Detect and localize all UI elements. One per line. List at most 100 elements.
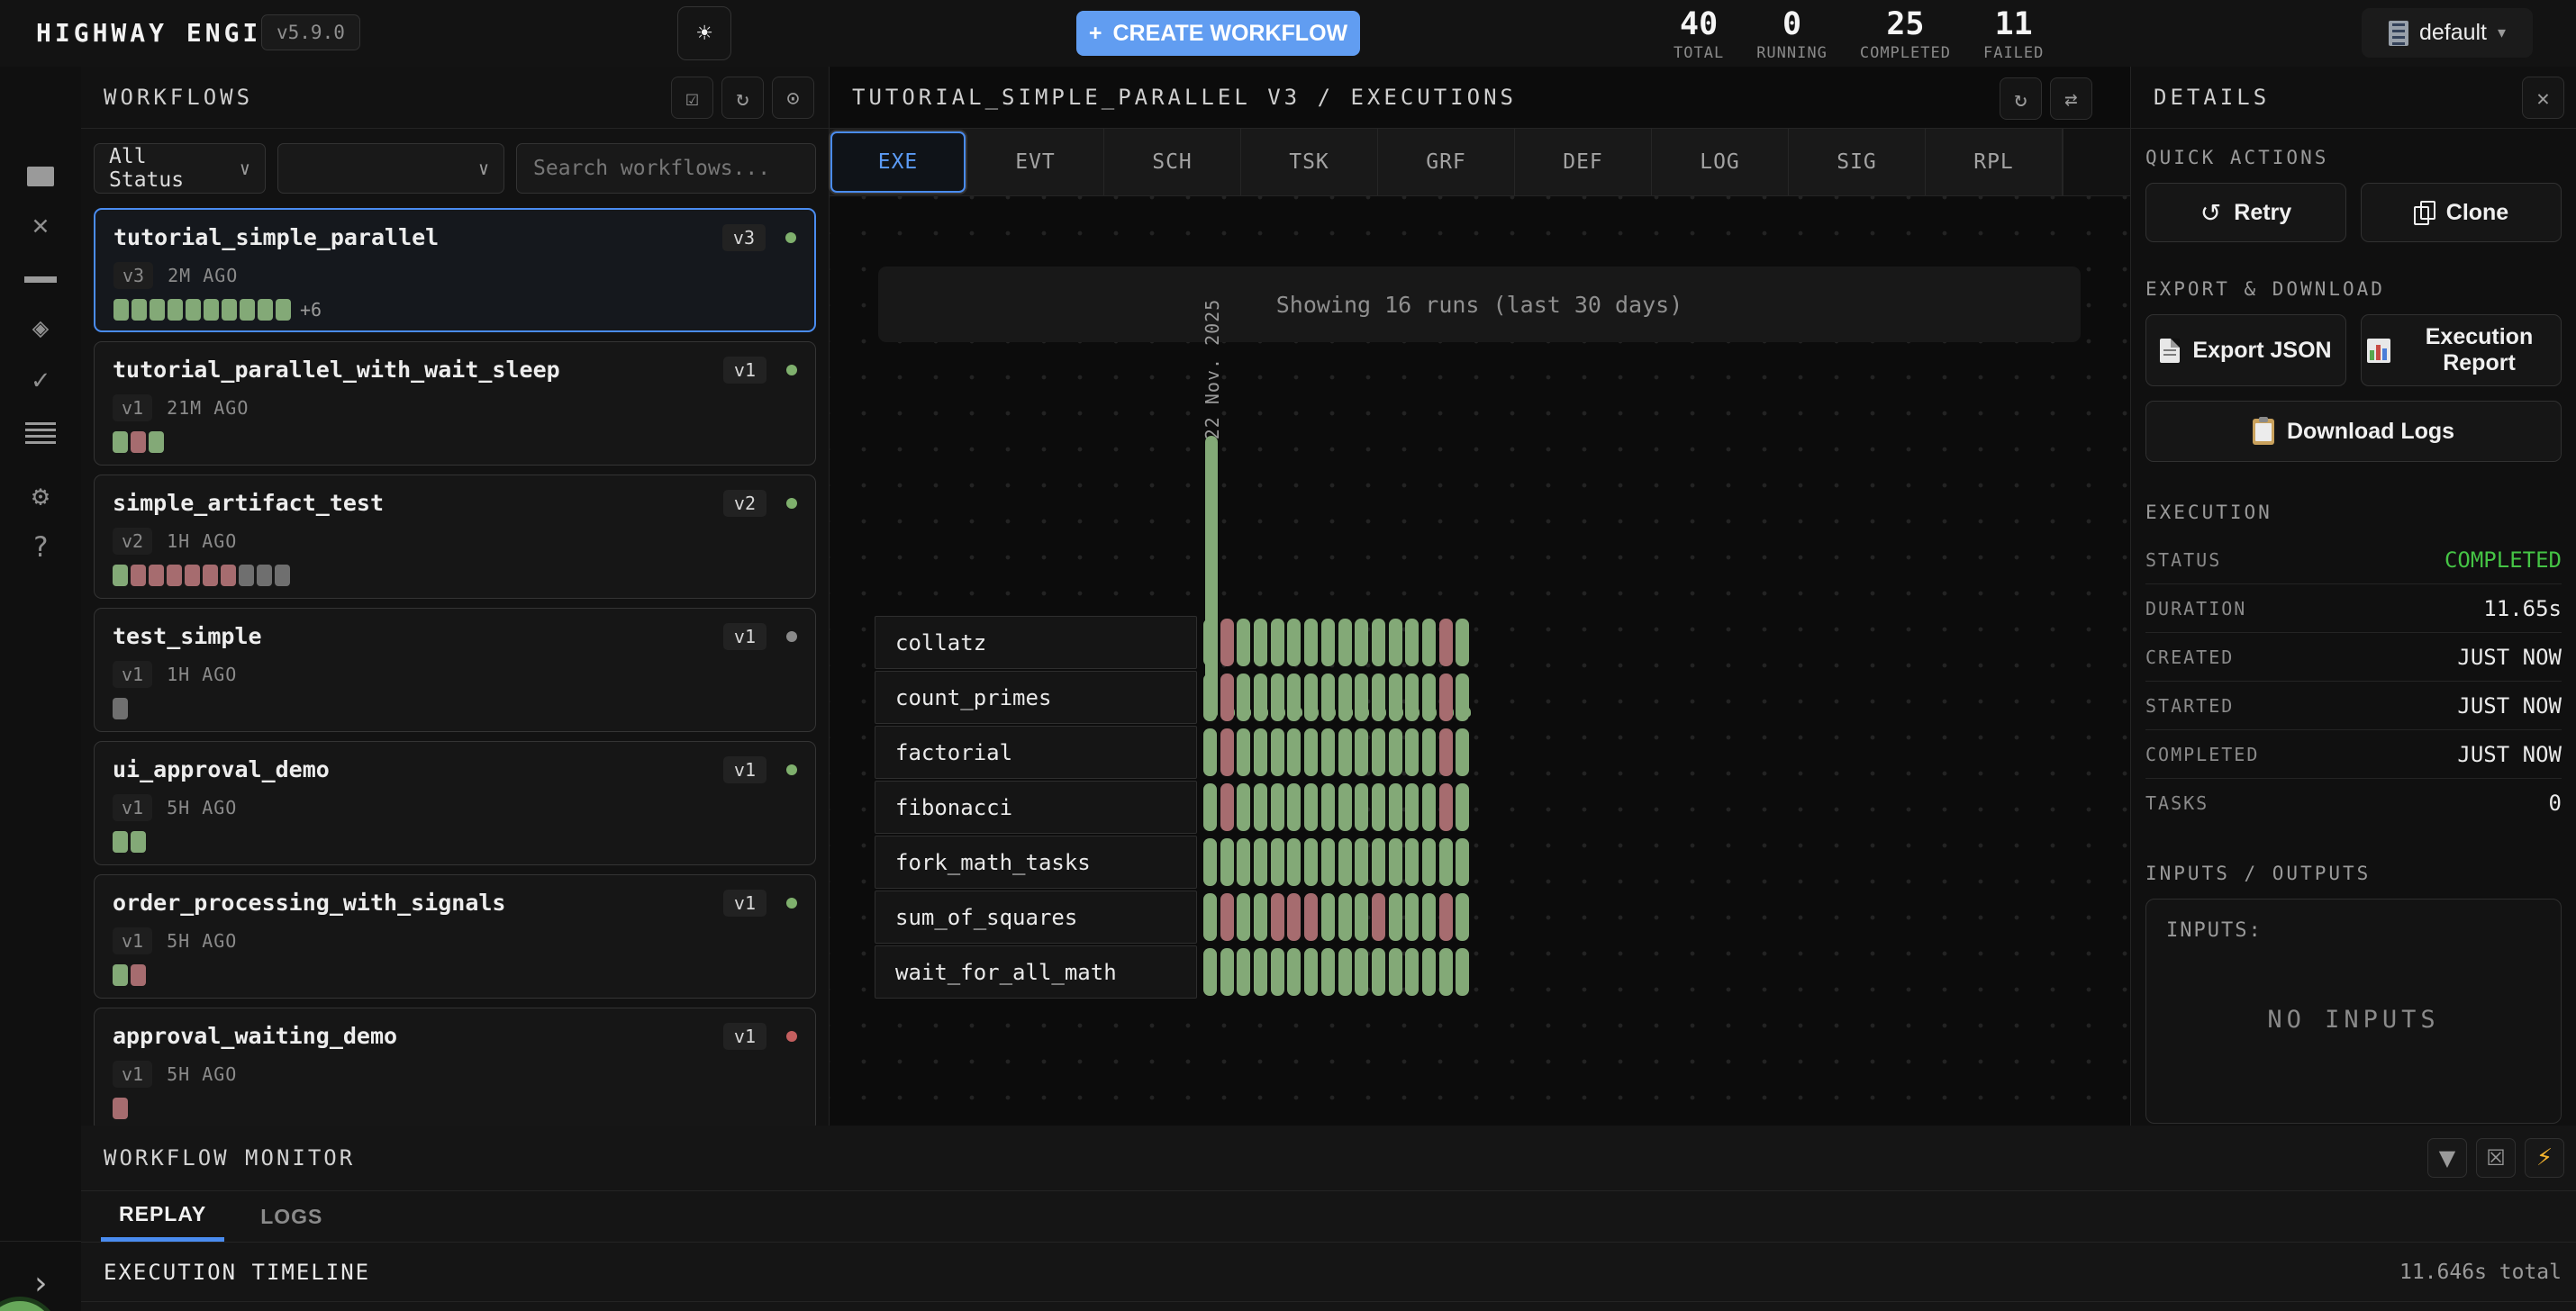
run-status-cell [1287,893,1301,941]
clipboard-icon [2253,419,2274,445]
run-status-cell [1271,948,1284,996]
workflow-card[interactable]: approval_waiting_demov1v15H AGO [94,1008,816,1126]
run-status-cell [1271,728,1284,776]
run-square [167,565,182,586]
sun-icon: ☀ [697,18,712,48]
meta-time: 21M AGO [167,397,249,419]
stop-icon[interactable] [0,156,81,197]
execution-timeline-row: EXECUTION TIMELINE 11.646s total [81,1243,2576,1302]
meta-version-badge: v1 [113,1061,152,1088]
help-icon[interactable]: ? [0,527,81,568]
compare-arrows-button[interactable]: ⇄ [2050,77,2092,120]
stat-value: 11 [1983,7,2044,41]
close-button[interactable]: ✕ [2522,77,2564,119]
workflow-card[interactable]: tutorial_simple_parallelv3v32M AGO+6 [94,208,816,332]
download-logs-button[interactable]: Download Logs [2145,401,2562,462]
run-status-cell [1422,838,1436,886]
type-filter-select[interactable]: ∨ [277,143,504,194]
workflow-meta: v15H AGO [113,794,797,821]
workflow-card[interactable]: order_processing_with_signalsv1v15H AGO [94,874,816,999]
clone-button[interactable]: Clone [2361,183,2562,242]
chevron-down-icon: ▾ [2498,23,2506,42]
workflow-card-right: v1 [723,1023,797,1050]
settings-gear-icon[interactable]: ⚙ [0,475,81,517]
task-name: wait_for_all_math [875,945,1197,999]
tab-def[interactable]: DEF [1515,129,1652,195]
run-status-cell [1254,838,1267,886]
execution-row-label: TASKS [2145,792,2209,814]
run-status-cell [1372,893,1385,941]
refresh-button[interactable]: ↻ [2000,77,2042,120]
clone-label: Clone [2446,200,2508,226]
workflow-name: test_simple [113,623,797,649]
logs-stack-icon[interactable] [0,413,81,455]
status-filter-select[interactable]: All Status ∨ [94,143,266,194]
workflow-card[interactable]: tutorial_parallel_with_wait_sleepv1v121M… [94,341,816,466]
stat-label: COMPLETED [1860,44,1951,62]
close-icon[interactable]: ✕ [0,204,81,246]
monitor-tab-replay[interactable]: REPLAY [101,1191,224,1242]
tab-evt[interactable]: EVT [967,129,1104,195]
tab-grf[interactable]: GRF [1378,129,1515,195]
task-run-cells [1203,836,1469,889]
check-icon[interactable]: ✓ [0,359,81,401]
tab-exe[interactable]: EXE [830,131,966,193]
retry-button[interactable]: ↺ Retry [2145,183,2346,242]
run-square [113,1098,128,1119]
run-status-cell [1456,674,1469,721]
run-status-cell [1422,728,1436,776]
create-workflow-button[interactable]: + CREATE WORKFLOW [1076,11,1360,56]
minus-icon[interactable] [0,258,81,300]
execution-row-value: 11.65s [2483,596,2562,621]
execution-row-value: JUST NOW [2457,742,2562,767]
execution-row: STATUSCOMPLETED [2145,536,2562,584]
monitor-header: WORKFLOW MONITOR ▼☒⚡ [81,1126,2576,1191]
tab-sch[interactable]: SCH [1104,129,1241,195]
run-status-cell [1338,728,1352,776]
execution-row-label: CREATED [2145,646,2234,668]
record-button[interactable]: ⊙ [772,77,814,119]
workflow-name: order_processing_with_signals [113,890,797,916]
live-bolt-button[interactable]: ⚡ [2525,1138,2564,1178]
export-json-button[interactable]: Export JSON [2145,314,2346,386]
run-status-cell [1405,838,1419,886]
lines-shape [25,422,56,446]
workflow-meta: v15H AGO [113,927,797,954]
status-dot [786,365,797,375]
diamond-icon[interactable]: ◈ [0,307,81,348]
no-inputs-text: NO INPUTS [2146,1006,2561,1034]
tab-tsk[interactable]: TSK [1241,129,1378,195]
plus-icon: + [1089,21,1102,47]
run-status-cell [1422,948,1436,996]
run-status-cell [1321,838,1335,886]
search-input[interactable] [516,143,816,194]
workflow-meta: v21H AGO [113,528,797,555]
run-status-cell [1287,674,1301,721]
meta-version-badge: v2 [113,528,152,555]
execution-report-button[interactable]: Execution Report [2361,314,2562,386]
refresh-button[interactable]: ↻ [721,77,764,119]
org-switcher[interactable]: default ▾ [2362,8,2533,58]
workflow-card[interactable]: ui_approval_demov1v15H AGO [94,741,816,865]
compare-arrows-icon: ⇄ [2064,86,2077,112]
run-status-cell [1439,783,1453,831]
run-square [257,565,272,586]
clear-button[interactable]: ☒ [2476,1138,2516,1178]
run-status-cell [1220,948,1234,996]
run-status-cell [1338,838,1352,886]
run-square [222,299,237,321]
select-all-button[interactable]: ☑ [671,77,713,119]
monitor-tab-logs[interactable]: LOGS [242,1191,340,1242]
tab-rpl[interactable]: RPL [1926,129,2063,195]
workflow-card-right: v1 [723,623,797,650]
glyph: ◈ [32,312,50,344]
theme-toggle-button[interactable]: ☀ [677,6,731,60]
workflow-card[interactable]: simple_artifact_testv2v21H AGO [94,475,816,599]
tab-log[interactable]: LOG [1652,129,1789,195]
stat-value: 40 [1673,7,1724,41]
workflow-card[interactable]: test_simplev1v11H AGO [94,608,816,732]
run-status-cell [1422,893,1436,941]
tab-sig[interactable]: SIG [1789,129,1926,195]
collapse-button[interactable]: ▼ [2427,1138,2467,1178]
run-history-squares: +6 [113,299,796,321]
